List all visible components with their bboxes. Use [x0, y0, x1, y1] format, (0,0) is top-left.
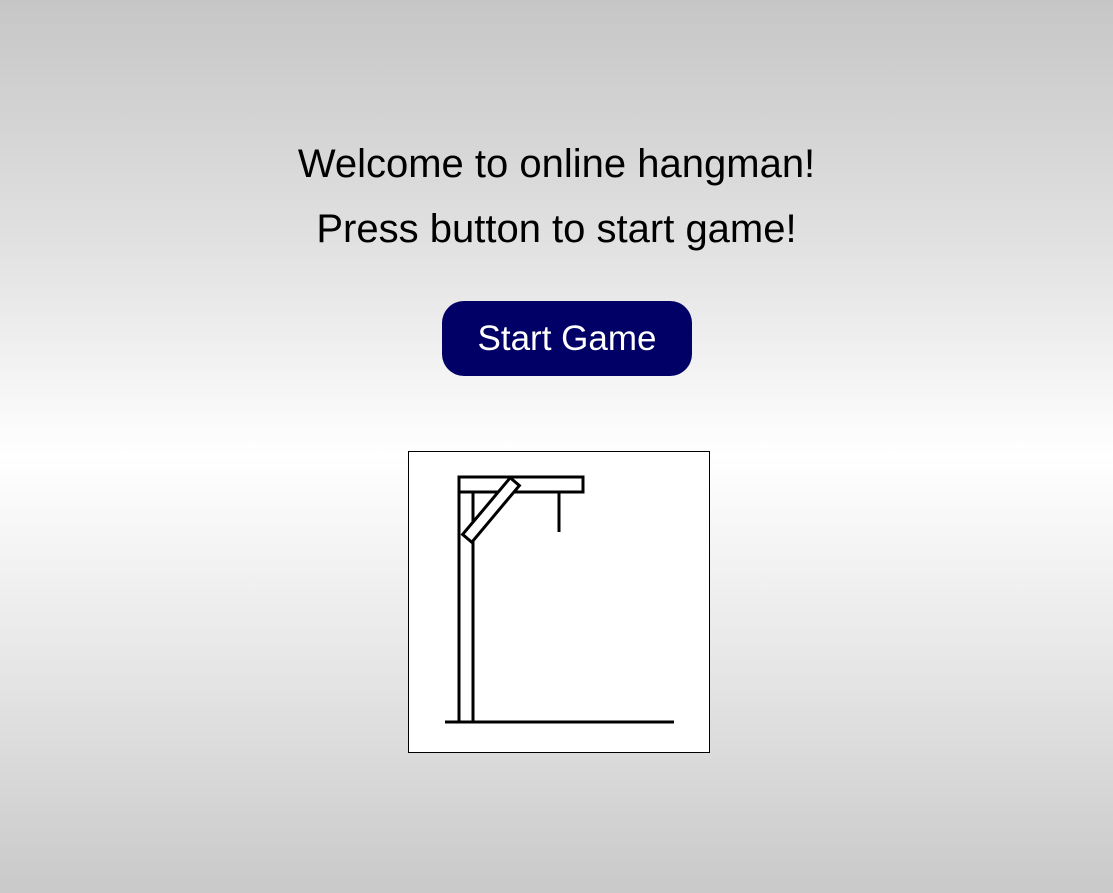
start-game-button[interactable]: Start Game: [442, 301, 692, 376]
gallows-drawing: [445, 475, 674, 724]
gallows-pole: [457, 475, 475, 724]
gallows-beam: [457, 475, 585, 494]
hangman-canvas: [408, 451, 710, 753]
start-instruction: Press button to start game!: [316, 207, 797, 251]
welcome-heading: Welcome to online hangman!: [297, 142, 816, 186]
